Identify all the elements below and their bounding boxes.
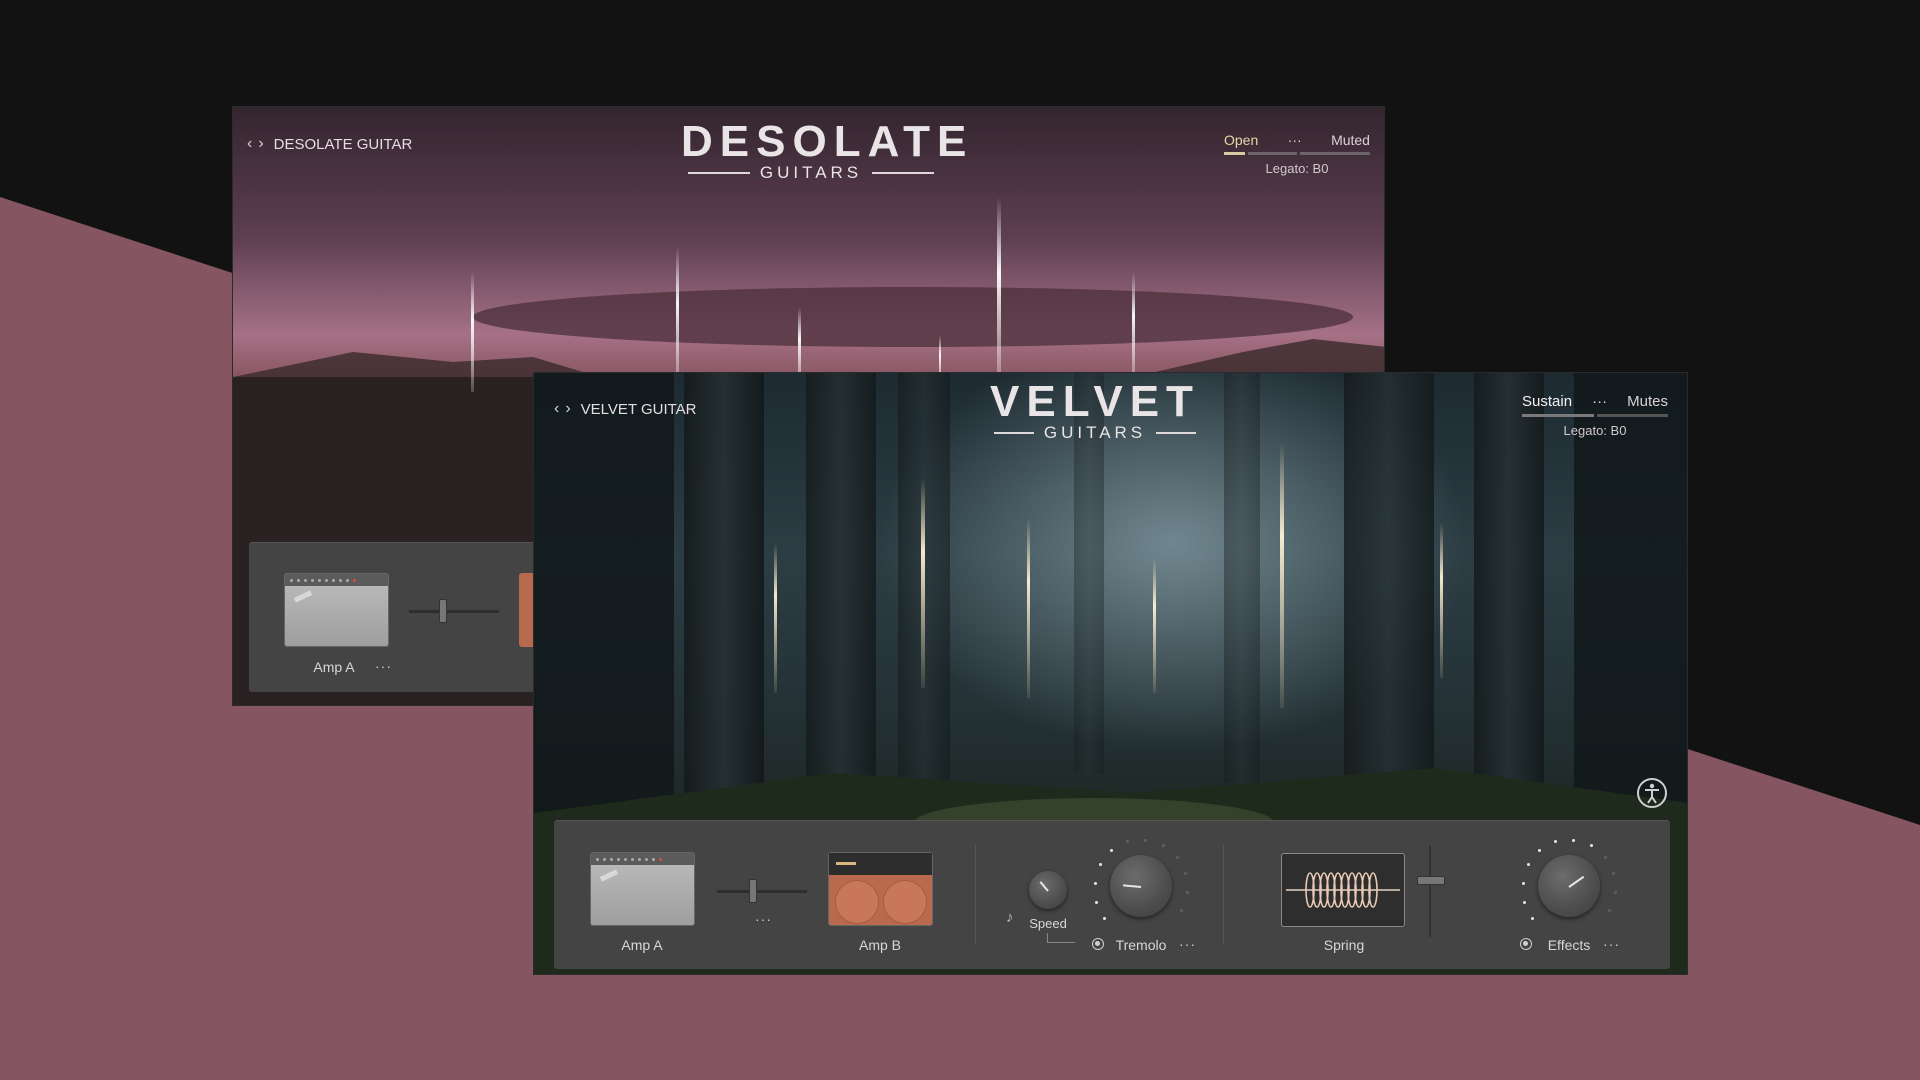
preset-nav: ‹ › VELVET GUITAR bbox=[554, 400, 697, 418]
amp-mix-track[interactable] bbox=[409, 610, 499, 613]
spring-level-track[interactable] bbox=[1429, 845, 1431, 937]
articulation-mutes[interactable]: Mutes bbox=[1627, 393, 1668, 410]
routing-arrow-icon bbox=[1047, 933, 1075, 943]
effects-power-toggle[interactable] bbox=[1520, 938, 1532, 950]
logo-title: VELVET bbox=[990, 377, 1200, 426]
amp-mix-handle[interactable] bbox=[439, 599, 447, 623]
preset-nav: ‹ › DESOLATE GUITAR bbox=[247, 135, 412, 153]
amp-a-label: Amp A bbox=[313, 659, 355, 675]
control-panel: Amp A ··· Amp B ♪ Speed Tremolo ··· Spri… bbox=[554, 820, 1670, 969]
velvet-guitar-window: ‹ › VELVET GUITAR VELVET GUITARS Sustain … bbox=[533, 372, 1688, 975]
back-control-panel: Amp A ··· bbox=[249, 542, 549, 692]
articulation-sustain[interactable]: Sustain bbox=[1522, 393, 1572, 410]
speed-knob[interactable] bbox=[1029, 871, 1067, 909]
velvet-logo: VELVET GUITARS bbox=[977, 377, 1213, 443]
spring-coil-icon bbox=[1286, 872, 1400, 908]
logo-title: DESOLATE bbox=[681, 117, 974, 166]
next-arrow-icon[interactable]: › bbox=[565, 400, 570, 418]
amp-mix-handle[interactable] bbox=[749, 879, 757, 903]
note-icon: ♪ bbox=[1006, 909, 1014, 926]
next-arrow-icon[interactable]: › bbox=[258, 135, 263, 153]
preset-name[interactable]: VELVET GUITAR bbox=[581, 401, 697, 418]
spring-level-handle[interactable] bbox=[1417, 876, 1445, 885]
articulation-selector[interactable]: Open ··· Muted Legato: B0 bbox=[1224, 132, 1370, 176]
tremolo-label: Tremolo bbox=[1115, 937, 1167, 953]
effects-menu[interactable]: ··· bbox=[1603, 936, 1620, 952]
spring-label: Spring bbox=[1323, 937, 1365, 953]
amp-a-cabinet[interactable] bbox=[284, 573, 389, 647]
amp-mix-track[interactable] bbox=[717, 890, 807, 893]
tremolo-menu[interactable]: ··· bbox=[1179, 936, 1196, 952]
articulation-muted[interactable]: Muted bbox=[1331, 132, 1370, 148]
articulation-menu[interactable]: ··· bbox=[1288, 132, 1302, 148]
prev-arrow-icon[interactable]: ‹ bbox=[554, 400, 559, 418]
accessibility-icon[interactable] bbox=[1637, 778, 1667, 808]
logo-subtitle: GUITARS bbox=[1043, 423, 1147, 442]
tremolo-power-toggle[interactable] bbox=[1092, 938, 1104, 950]
amp-a-cabinet[interactable] bbox=[590, 852, 695, 926]
divider bbox=[1223, 845, 1224, 945]
preset-name[interactable]: DESOLATE GUITAR bbox=[274, 136, 413, 153]
articulation-menu[interactable]: ··· bbox=[1592, 393, 1607, 410]
speed-label: Speed bbox=[1029, 916, 1067, 931]
legato-readout: Legato: B0 bbox=[1563, 423, 1627, 438]
amp-a-menu[interactable]: ··· bbox=[375, 658, 392, 674]
divider bbox=[975, 845, 976, 945]
amp-a-label: Amp A bbox=[621, 937, 663, 953]
articulation-open[interactable]: Open bbox=[1224, 132, 1258, 148]
tremolo-knob[interactable] bbox=[1110, 855, 1172, 917]
legato-readout: Legato: B0 bbox=[1265, 161, 1329, 176]
effects-knob[interactable] bbox=[1538, 855, 1600, 917]
spring-reverb-display[interactable] bbox=[1281, 853, 1405, 927]
effects-label: Effects bbox=[1547, 937, 1591, 953]
articulation-selector[interactable]: Sustain ··· Mutes Legato: B0 bbox=[1522, 393, 1668, 438]
desolate-logo: DESOLATE GUITARS bbox=[681, 117, 974, 183]
amp-b-cabinet[interactable] bbox=[828, 852, 933, 926]
prev-arrow-icon[interactable]: ‹ bbox=[247, 135, 252, 153]
amp-b-label: Amp B bbox=[858, 937, 901, 953]
amp-mix-menu[interactable]: ··· bbox=[755, 911, 772, 927]
logo-subtitle: GUITARS bbox=[759, 163, 863, 182]
